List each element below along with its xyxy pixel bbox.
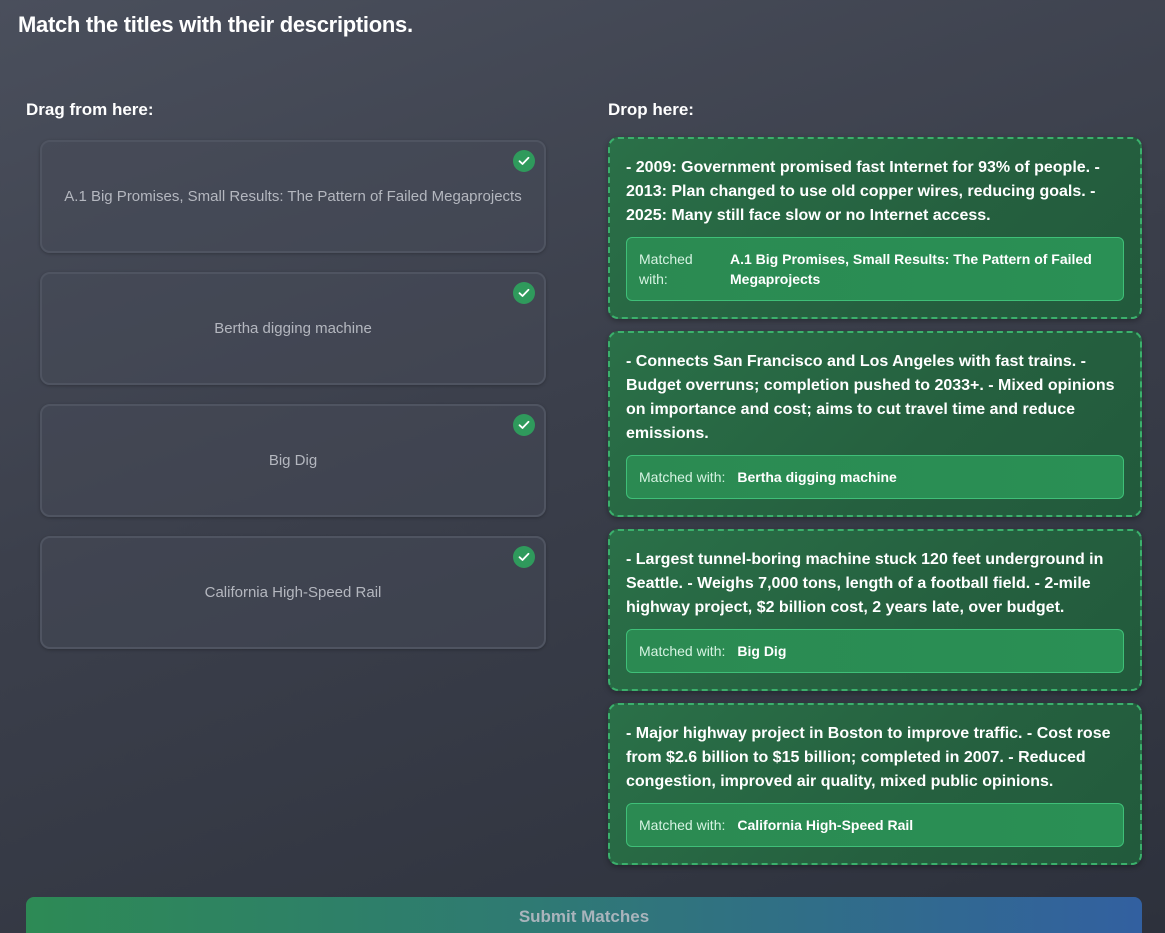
page-title: Match the titles with their descriptions… — [18, 12, 413, 37]
drag-item-label: Bertha digging machine — [214, 320, 372, 337]
drag-item[interactable]: Big Dig — [40, 404, 546, 517]
matched-value: A.1 Big Promises, Small Results: The Pat… — [730, 251, 1092, 287]
drop-zone-description: - Major highway project in Boston to imp… — [626, 725, 1111, 790]
matched-value: California High-Speed Rail — [737, 817, 914, 833]
drag-item-label: California High-Speed Rail — [204, 584, 382, 601]
drop-zone-description: - 2009: Government promised fast Interne… — [626, 159, 1100, 224]
matched-indicator: Matched with: Bertha digging machine — [626, 455, 1124, 499]
drop-section-heading: Drop here: — [608, 100, 694, 119]
check-circle-icon — [513, 150, 535, 172]
matched-indicator: Matched with: A.1 Big Promises, Small Re… — [626, 237, 1124, 301]
drop-list: - 2009: Government promised fast Interne… — [608, 137, 1142, 877]
drag-item-label: A.1 Big Promises, Small Results: The Pat… — [64, 188, 522, 205]
matched-label: Matched with: — [639, 817, 726, 833]
matched-label: Matched with: — [639, 469, 726, 485]
matched-indicator: Matched with: Big Dig — [626, 629, 1124, 673]
check-circle-icon — [513, 546, 535, 568]
drag-item[interactable]: A.1 Big Promises, Small Results: The Pat… — [40, 140, 546, 253]
submit-matches-button[interactable]: Submit Matches — [26, 897, 1142, 933]
matched-label: Matched with: — [639, 251, 693, 287]
drop-zone[interactable]: - Major highway project in Boston to imp… — [608, 703, 1142, 865]
matched-indicator: Matched with: California High-Speed Rail — [626, 803, 1124, 847]
check-circle-icon — [513, 414, 535, 436]
drop-zone-description: - Largest tunnel-boring machine stuck 12… — [626, 551, 1104, 616]
matched-label: Matched with: — [639, 643, 726, 659]
drop-zone-description: - Connects San Francisco and Los Angeles… — [626, 353, 1115, 442]
drag-list: A.1 Big Promises, Small Results: The Pat… — [40, 140, 546, 668]
drop-zone[interactable]: - 2009: Government promised fast Interne… — [608, 137, 1142, 319]
drag-item-label: Big Dig — [268, 452, 318, 469]
drag-item[interactable]: California High-Speed Rail — [40, 536, 546, 649]
drop-zone[interactable]: - Connects San Francisco and Los Angeles… — [608, 331, 1142, 517]
check-circle-icon — [513, 282, 535, 304]
drop-zone[interactable]: - Largest tunnel-boring machine stuck 12… — [608, 529, 1142, 691]
matched-value: Big Dig — [737, 643, 787, 659]
matched-value: Bertha digging machine — [737, 469, 897, 485]
drag-item[interactable]: Bertha digging machine — [40, 272, 546, 385]
drag-section-heading: Drag from here: — [26, 100, 154, 119]
